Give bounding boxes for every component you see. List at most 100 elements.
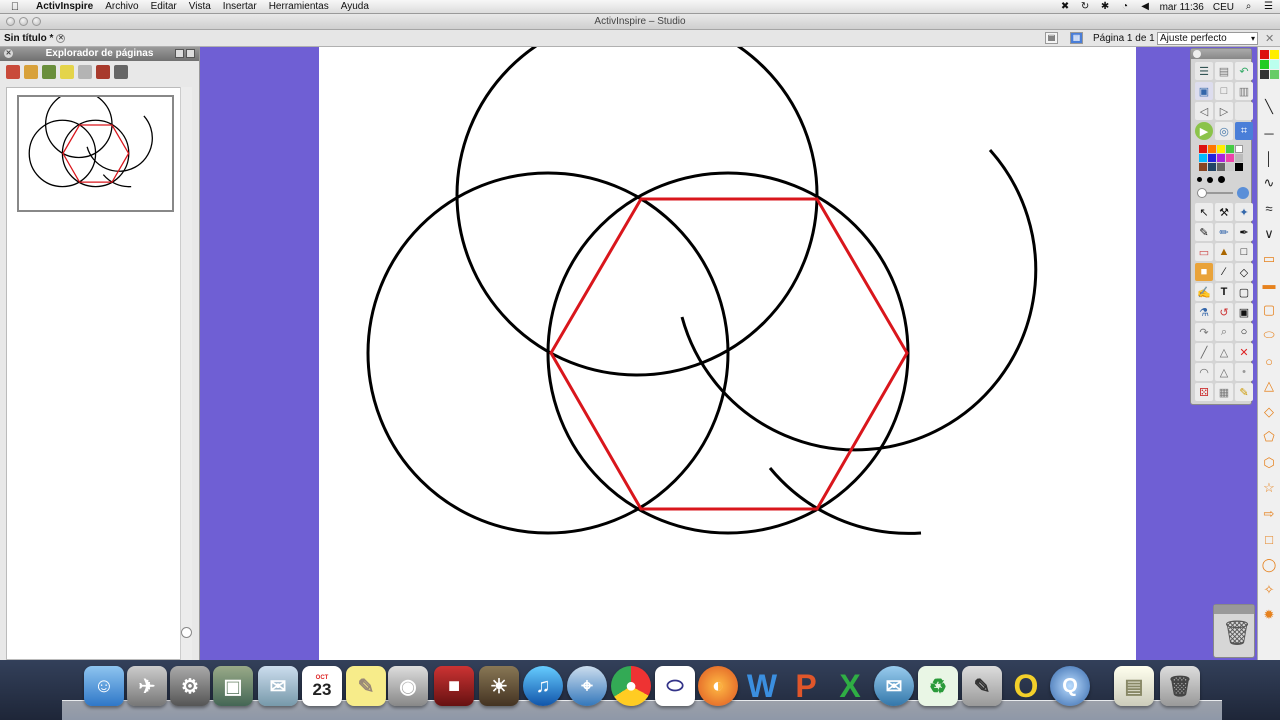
menu-app-name[interactable]: ActivInspire bbox=[30, 1, 99, 12]
page-properties-icon[interactable] bbox=[78, 65, 92, 79]
page-thumbnail[interactable] bbox=[17, 90, 174, 212]
eraser-icon[interactable]: ▭ bbox=[1195, 243, 1213, 261]
menu-herramientas[interactable]: Herramientas bbox=[263, 1, 335, 12]
v-line-icon[interactable]: ∨ bbox=[1261, 226, 1277, 242]
notification-list-icon[interactable]: ☰ bbox=[1263, 2, 1274, 12]
color-swatch[interactable] bbox=[1199, 163, 1207, 171]
dock-trash-icon[interactable]: 🗑 bbox=[1160, 666, 1200, 706]
menu-insertar[interactable]: Insertar bbox=[217, 1, 263, 12]
magic-ink-icon[interactable]: ✦ bbox=[1235, 203, 1253, 221]
color-swatch[interactable] bbox=[1235, 145, 1243, 153]
grid-icon[interactable]: ⌗ bbox=[1235, 122, 1253, 140]
line-horizontal-icon[interactable]: ─ bbox=[1261, 125, 1277, 141]
calculator-icon[interactable]: ▦ bbox=[1215, 383, 1233, 401]
main-menu-icon[interactable]: ☰ bbox=[1195, 62, 1213, 80]
edit-profile-icon[interactable]: ✎ bbox=[1235, 383, 1253, 401]
four-point-star-icon[interactable]: ✧ bbox=[1261, 582, 1277, 598]
excel-icon[interactable]: X bbox=[830, 666, 870, 706]
notes-icon[interactable] bbox=[60, 65, 74, 79]
rectangle-icon[interactable]: ▬ bbox=[1261, 276, 1277, 292]
sync-icon[interactable]: ♻ bbox=[918, 666, 958, 706]
dice-icon[interactable]: ⚄ bbox=[1195, 383, 1213, 401]
activinspire-icon[interactable]: ✎ bbox=[962, 666, 1002, 706]
home-icon[interactable] bbox=[42, 65, 56, 79]
undo-icon[interactable]: ↶ bbox=[1235, 62, 1253, 80]
pen-icon[interactable]: ✎ bbox=[1195, 223, 1213, 241]
documents-folder-icon[interactable]: ▤ bbox=[1114, 666, 1154, 706]
delete-icon[interactable]: ✕ bbox=[1235, 343, 1253, 361]
more-tools-icon[interactable]: • bbox=[1235, 363, 1253, 381]
curve-icon[interactable]: ∿ bbox=[1261, 175, 1277, 191]
menu-editar[interactable]: Editar bbox=[145, 1, 183, 12]
new-page-icon[interactable] bbox=[6, 65, 20, 79]
spotlight-search-icon[interactable]: ⌕ bbox=[1243, 2, 1254, 12]
thumbnail-scrollbar[interactable] bbox=[180, 87, 192, 660]
camera-icon[interactable]: ▣ bbox=[1235, 303, 1253, 321]
close-panel-icon[interactable]: ✕ bbox=[4, 49, 13, 58]
zoom-select[interactable]: Ajuste perfecto ▾ bbox=[1157, 32, 1258, 45]
dual-user-icon[interactable]: ▦ bbox=[1070, 32, 1083, 44]
color-swatch[interactable] bbox=[1270, 60, 1279, 69]
bluetooth-icon[interactable]: ✱ bbox=[1100, 2, 1111, 12]
star-icon[interactable]: ☆ bbox=[1261, 480, 1277, 496]
page-view-icon[interactable]: ▤ bbox=[1045, 32, 1058, 44]
color-swatch[interactable] bbox=[1235, 163, 1243, 171]
menubar-user[interactable]: CEU bbox=[1213, 2, 1234, 13]
hexagon-icon[interactable]: ⬡ bbox=[1261, 455, 1277, 471]
color-swatch[interactable] bbox=[1260, 50, 1269, 59]
color-swatch[interactable] bbox=[1226, 154, 1234, 162]
color-swatch[interactable] bbox=[1208, 154, 1216, 162]
dropper-icon[interactable]: ✒ bbox=[1235, 223, 1253, 241]
reset-icon[interactable]: ↺ bbox=[1215, 303, 1233, 321]
outlook-icon[interactable]: ✉ bbox=[874, 666, 914, 706]
close-toolbox-icon[interactable] bbox=[1193, 50, 1201, 58]
width-slider[interactable] bbox=[1195, 186, 1249, 200]
color-swatch[interactable] bbox=[1235, 154, 1243, 162]
color-swatch[interactable] bbox=[1260, 70, 1269, 79]
word-icon[interactable]: W bbox=[742, 666, 782, 706]
browser-icon[interactable]: ▤ bbox=[1215, 62, 1233, 80]
chrome-icon[interactable]: ● bbox=[611, 666, 651, 706]
safari-icon[interactable]: ⌖ bbox=[567, 666, 607, 706]
color-swatch[interactable] bbox=[1270, 50, 1279, 59]
connector-icon[interactable]: ∕ bbox=[1215, 263, 1233, 281]
circle-icon[interactable]: ○ bbox=[1261, 353, 1277, 369]
arc-right[interactable] bbox=[680, 149, 1038, 452]
ring-icon[interactable]: ◯ bbox=[1261, 557, 1277, 573]
play-icon[interactable]: ▶ bbox=[1195, 122, 1213, 140]
triangle-icon[interactable]: △ bbox=[1261, 378, 1277, 394]
geogebra-icon[interactable]: ⬭ bbox=[655, 666, 695, 706]
arrow-right-icon[interactable]: ⇨ bbox=[1261, 506, 1277, 522]
document-tab-close-icon[interactable]: ✕ bbox=[56, 34, 66, 43]
notes-app-icon[interactable]: ✎ bbox=[346, 666, 386, 706]
globe-icon[interactable]: ◎ bbox=[1215, 122, 1233, 140]
color-swatch[interactable] bbox=[1208, 145, 1216, 153]
panel-float-icon[interactable] bbox=[175, 49, 184, 58]
color-swatch[interactable] bbox=[1217, 154, 1225, 162]
shape-icon[interactable]: ■ bbox=[1195, 263, 1213, 281]
handwriting-recognition-icon[interactable]: ✍ bbox=[1195, 283, 1213, 301]
width-large-icon[interactable] bbox=[1218, 176, 1225, 183]
resources-icon[interactable]: ▥ bbox=[1235, 82, 1253, 100]
color-picker-icon[interactable] bbox=[1237, 187, 1249, 199]
magnify-icon[interactable]: ⌕ bbox=[1215, 323, 1233, 341]
firefox-icon[interactable]: ◐ bbox=[698, 666, 738, 706]
arc-bottom[interactable] bbox=[768, 467, 922, 535]
mail-icon[interactable]: ✉ bbox=[258, 666, 298, 706]
settings-icon[interactable] bbox=[114, 65, 128, 79]
redo-icon[interactable]: ↷ bbox=[1195, 323, 1213, 341]
diamond-icon[interactable]: ◇ bbox=[1261, 404, 1277, 420]
ellipse-icon[interactable]: ⬭ bbox=[1261, 327, 1277, 343]
wifi-icon[interactable]: ◔ bbox=[1120, 2, 1131, 12]
trash-icon[interactable]: 🗑 bbox=[1222, 619, 1252, 648]
itunes-icon[interactable]: ♫ bbox=[523, 666, 563, 706]
system-preferences-icon[interactable]: ⚙ bbox=[170, 666, 210, 706]
color-swatch[interactable] bbox=[1260, 60, 1269, 69]
office-icon[interactable]: O bbox=[1006, 666, 1046, 706]
flask-icon[interactable]: ⚗ bbox=[1195, 303, 1213, 321]
circle-top[interactable] bbox=[455, 47, 819, 377]
highlighter-icon[interactable]: ✏ bbox=[1215, 223, 1233, 241]
page-icon[interactable]: □ bbox=[1215, 82, 1233, 100]
color-swatch[interactable] bbox=[1199, 145, 1207, 153]
time-machine-icon[interactable]: ↻ bbox=[1080, 2, 1091, 12]
